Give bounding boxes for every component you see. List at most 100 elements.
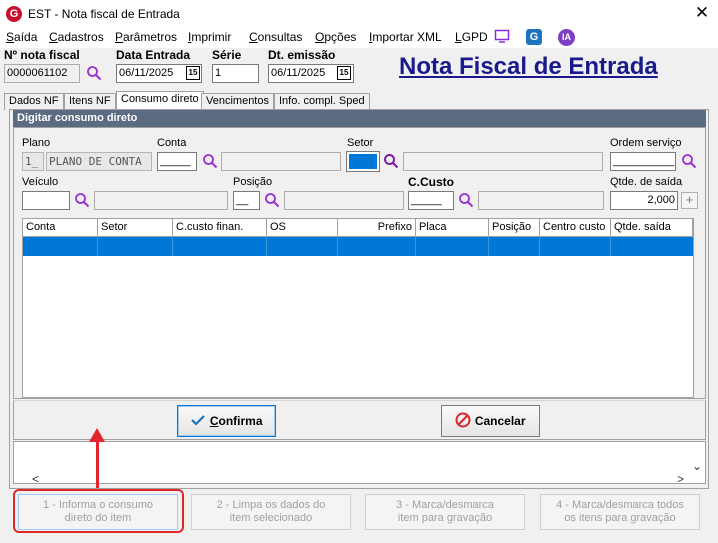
column-header[interactable]: Conta xyxy=(23,219,98,237)
scroll-down-icon[interactable]: ⌄ xyxy=(692,459,702,473)
table-cell xyxy=(338,237,416,256)
conta-desc-field xyxy=(221,152,341,171)
plus-icon[interactable]: + xyxy=(681,192,698,209)
ordem-servico-field[interactable]: __________ xyxy=(610,152,676,171)
nota-fiscal-label: Nº nota fiscal xyxy=(4,48,80,62)
table-cell xyxy=(416,237,489,256)
search-nota-icon[interactable] xyxy=(86,65,102,84)
menu-parametros[interactable]: Parâmetros xyxy=(115,30,177,44)
column-header[interactable]: Prefixo xyxy=(338,219,416,237)
column-header[interactable]: OS xyxy=(267,219,338,237)
ordem-servico-label: Ordem serviço xyxy=(610,137,682,149)
plano-label: Plano xyxy=(22,137,51,149)
veiculo-label: Veículo xyxy=(22,176,59,188)
annotation-highlight xyxy=(13,489,184,533)
action-4-line2: os itens para gravação xyxy=(564,512,676,524)
menu-importar-xml[interactable]: Importar XML xyxy=(369,30,442,44)
setor-label: Setor xyxy=(347,137,374,149)
search-setor-icon[interactable] xyxy=(383,153,399,172)
check-icon xyxy=(191,415,206,426)
conta-label: Conta xyxy=(157,137,187,149)
plano-desc-field: PLANO DE CONTA xyxy=(46,152,152,171)
column-header[interactable]: C.custo finan. xyxy=(173,219,267,237)
action-2-line2: item selecionado xyxy=(229,512,313,524)
tab-vencimentos[interactable]: Vencimentos xyxy=(201,93,274,110)
posicao-desc-field xyxy=(284,191,404,210)
action-4-line1: 4 - Marca/desmarca todos xyxy=(556,499,684,511)
items-grid[interactable]: Conta Setor C.custo finan. OS Prefixo Pl… xyxy=(22,218,694,398)
plano-code-field[interactable]: 1_ xyxy=(22,152,44,171)
serie-label: Série xyxy=(212,48,242,62)
annotation-arrow xyxy=(96,438,99,488)
column-header[interactable]: Setor xyxy=(98,219,173,237)
confirm-button-bar xyxy=(13,400,706,440)
action-3-line2: item para gravação xyxy=(397,512,493,524)
table-cell xyxy=(23,237,98,256)
search-conta-icon[interactable] xyxy=(202,153,218,172)
table-cell xyxy=(540,237,611,256)
posicao-label: Posição xyxy=(233,176,273,188)
veiculo-field[interactable] xyxy=(22,191,70,210)
nota-fiscal-field[interactable]: 0000061102 xyxy=(4,64,80,83)
menu-cadastros[interactable]: Cadastros xyxy=(49,30,104,44)
search-ordem-icon[interactable] xyxy=(681,153,697,172)
cancel-icon xyxy=(455,412,471,428)
menu-imprimir[interactable]: Imprimir xyxy=(188,30,231,44)
action-2-line1: 2 - Limpa os dados do xyxy=(216,499,326,511)
setor-field[interactable] xyxy=(346,151,380,172)
table-row[interactable] xyxy=(23,237,693,256)
message-area[interactable] xyxy=(13,441,706,484)
qtde-saida-field[interactable]: 2,000 xyxy=(610,191,678,210)
window-title: EST - Nota fiscal de Entrada xyxy=(28,7,180,21)
action-4-button[interactable]: 4 - Marca/desmarca todos os itens para g… xyxy=(540,494,700,530)
column-header[interactable]: Placa xyxy=(416,219,489,237)
tab-itens-nf[interactable]: Itens NF xyxy=(64,93,116,110)
search-posicao-icon[interactable] xyxy=(264,192,280,211)
tab-info-compl-sped[interactable]: Info. compl. Sped xyxy=(274,93,370,110)
monitor-icon[interactable] xyxy=(493,28,511,46)
column-header[interactable]: Centro custo xyxy=(540,219,611,237)
data-entrada-label: Data Entrada xyxy=(116,48,191,62)
app-logo-icon: G xyxy=(6,6,22,22)
action-3-button[interactable]: 3 - Marca/desmarca item para gravação xyxy=(365,494,525,530)
menu-consultas[interactable]: Consultas xyxy=(249,30,302,44)
menu-opcoes[interactable]: Opções xyxy=(315,30,356,44)
tab-dados-nf[interactable]: Dados NF xyxy=(4,93,64,110)
setor-desc-field xyxy=(403,152,603,171)
column-header[interactable]: Posição xyxy=(489,219,540,237)
qtde-saida-label: Qtde. de saída xyxy=(610,176,683,188)
serie-field[interactable]: 1 xyxy=(212,64,259,83)
posicao-field[interactable]: __ xyxy=(233,191,260,210)
ccusto-label: C.Custo xyxy=(408,175,454,189)
action-2-button[interactable]: 2 - Limpa os dados do item selecionado xyxy=(191,494,351,530)
confirma-button[interactable]: Confirma xyxy=(177,405,276,437)
calendar-emissao-icon[interactable]: 15 xyxy=(337,66,351,80)
dt-emissao-label: Dt. emissão xyxy=(268,48,336,62)
column-header[interactable]: Qtde. saída xyxy=(611,219,693,237)
table-cell xyxy=(98,237,173,256)
page-title: Nota Fiscal de Entrada xyxy=(399,53,658,80)
ia-icon[interactable]: IA xyxy=(558,29,575,46)
ccusto-field[interactable]: _____ xyxy=(408,191,454,210)
cancelar-button[interactable]: Cancelar xyxy=(441,405,540,437)
veiculo-desc-field xyxy=(94,191,228,210)
table-cell xyxy=(267,237,338,256)
annotation-arrow-head xyxy=(89,428,105,442)
table-cell xyxy=(489,237,540,256)
g-logo-icon[interactable]: G xyxy=(526,29,542,45)
calendar-icon[interactable]: 15 xyxy=(186,66,200,80)
panel-header: Digitar consumo direto xyxy=(13,110,706,127)
menu-bar: Saída Cadastros Parâmetros Imprimir Cons… xyxy=(0,28,718,48)
ccusto-desc-field xyxy=(478,191,604,210)
action-3-line1: 3 - Marca/desmarca xyxy=(396,499,494,511)
conta-field[interactable]: _____ xyxy=(157,152,197,171)
menu-saida[interactable]: Saída xyxy=(6,30,37,44)
scroll-right-icon[interactable]: > xyxy=(677,472,684,486)
search-veiculo-icon[interactable] xyxy=(74,192,90,211)
title-bar: G EST - Nota fiscal de Entrada ✕ xyxy=(0,0,718,28)
menu-lgpd[interactable]: LGPD xyxy=(455,30,488,44)
search-ccusto-icon[interactable] xyxy=(458,192,474,211)
tab-consumo-direto[interactable]: Consumo direto xyxy=(116,91,204,110)
close-icon[interactable]: ✕ xyxy=(693,3,711,23)
scroll-left-icon[interactable]: < xyxy=(32,472,39,486)
